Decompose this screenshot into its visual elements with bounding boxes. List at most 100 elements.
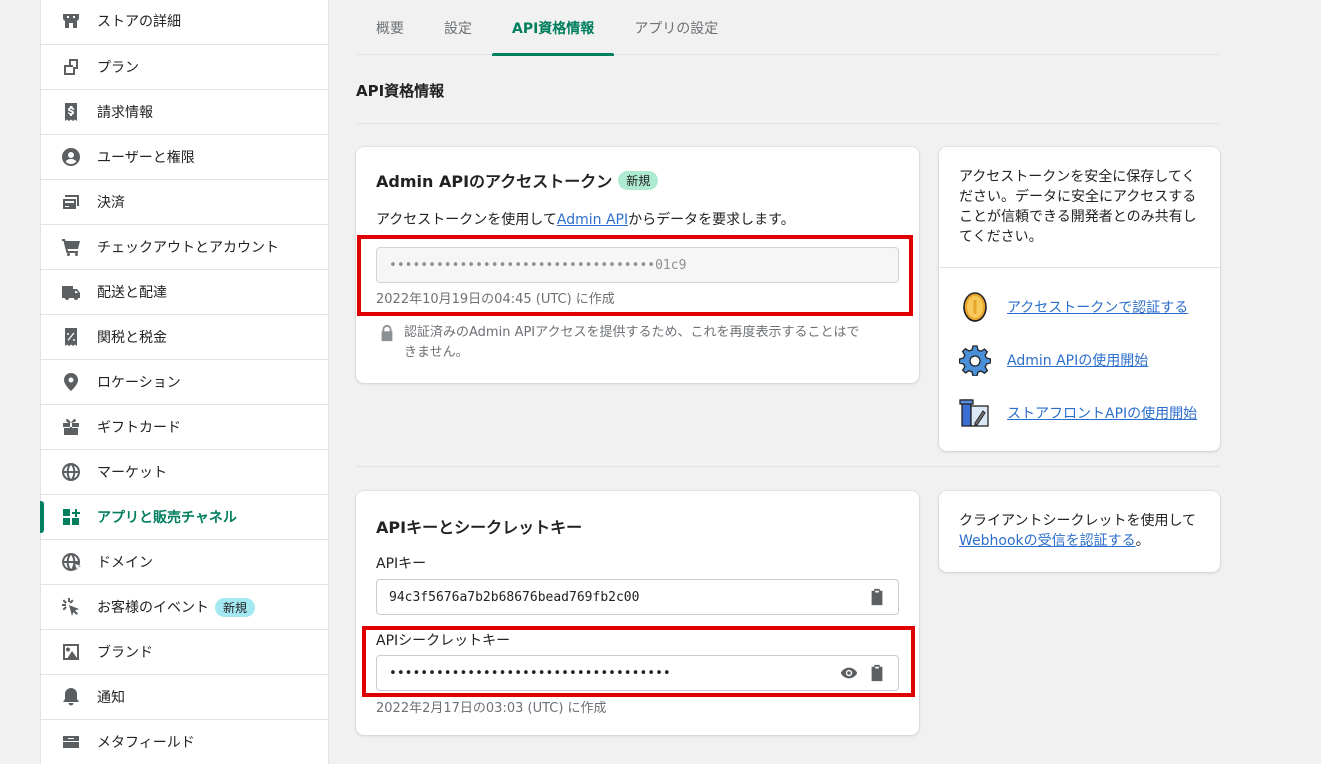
auth-token-link[interactable]: アクセストークンで認証する xyxy=(1007,297,1188,317)
notice-line-1: 認証済みのAdmin APIアクセスを提供するため、これを再度表示することはで xyxy=(404,325,860,340)
divider xyxy=(356,466,1220,467)
sidebar-item-apps[interactable]: アプリと販売チャネル xyxy=(40,495,328,540)
domain-icon xyxy=(61,552,81,572)
payment-icon xyxy=(61,192,81,212)
admin-token-description: アクセストークンを使用してAdmin APIからデータを要求します。 xyxy=(376,210,795,230)
desc-suffix: からデータを要求します。 xyxy=(628,212,795,228)
tab-overview[interactable]: 概要 xyxy=(356,0,424,55)
truck-icon xyxy=(61,282,81,302)
sidebar-item-label: アプリと販売チャネル xyxy=(97,510,237,526)
api-key-actions xyxy=(868,588,886,606)
sidebar-item-label: 請求情報 xyxy=(97,105,153,121)
clipboard-icon[interactable] xyxy=(868,588,886,606)
admin-api-start-link[interactable]: Admin APIの使用開始 xyxy=(1007,350,1148,370)
webhook-auth-link[interactable]: Webhookの受信を認証する xyxy=(959,533,1136,549)
desc-prefix: アクセストークンを使用して xyxy=(376,212,557,228)
blueprint-icon xyxy=(959,398,989,427)
sidebar-item-gift-cards[interactable]: ギフトカード xyxy=(41,405,328,450)
sidebar-item-label: ユーザーと権限 xyxy=(97,150,195,166)
sidebar-item-label: プラン xyxy=(97,60,139,76)
page-title: API資格情報 xyxy=(356,82,445,100)
resource-admin-api[interactable]: Admin APIの使用開始 xyxy=(959,333,1197,386)
sidebar-item-label: お客様のイベント xyxy=(97,600,209,616)
bell-icon xyxy=(61,687,81,707)
token-notice: 認証済みのAdmin APIアクセスを提供するため、これを再度表示することはで … xyxy=(404,323,859,363)
sidebar-item-label: ストアの詳細 xyxy=(97,14,181,30)
new-badge: 新規 xyxy=(618,170,659,190)
secret-created-date: 2022年2月17日の03:03 (UTC) に作成 xyxy=(376,701,607,716)
secret-help-card: クライアントシークレットを使用して Webhookの受信を認証する。 xyxy=(939,491,1220,572)
cursor-icon xyxy=(61,597,81,617)
lock-icon xyxy=(378,324,396,342)
sidebar-item-locations[interactable]: ロケーション xyxy=(41,360,328,405)
user-icon xyxy=(61,147,81,167)
token-help-text: アクセストークンを安全に保存してください。データに安全にアクセスすることが信頼で… xyxy=(959,169,1197,245)
tab-settings[interactable]: 設定 xyxy=(424,0,492,55)
api-keys-card: APIキーとシークレットキー APIキー 94c3f5676a7b2b68676… xyxy=(356,491,919,735)
brand-icon xyxy=(61,642,81,662)
sidebar-item-label: 通知 xyxy=(97,690,125,706)
location-icon xyxy=(61,372,81,392)
sidebar-item-label: ロケーション xyxy=(97,375,181,391)
card-title: Admin APIのアクセストークン 新規 xyxy=(376,168,659,192)
sidebar-item-users[interactable]: ユーザーと権限 xyxy=(41,135,328,180)
admin-api-link[interactable]: Admin API xyxy=(557,212,628,228)
sidebar-item-markets[interactable]: マーケット xyxy=(41,450,328,495)
sidebar-item-label: マーケット xyxy=(97,465,167,481)
divider xyxy=(939,267,1220,268)
sidebar-item-plan[interactable]: プラン xyxy=(41,45,328,90)
api-keys-title: APIキーとシークレットキー xyxy=(376,518,583,537)
cart-icon xyxy=(61,237,81,257)
resource-storefront-api[interactable]: ストアフロントAPIの使用開始 xyxy=(959,386,1197,439)
sidebar-item-taxes[interactable]: 関税と税金 xyxy=(41,315,328,360)
notice-line-2: きません。 xyxy=(404,345,469,360)
tab-api-credentials[interactable]: API資格情報 xyxy=(492,0,615,56)
divider xyxy=(356,123,1220,124)
gear-icon xyxy=(959,344,991,376)
sidebar-item-label: 決済 xyxy=(97,195,125,211)
sidebar-item-label: 配送と配達 xyxy=(97,285,167,301)
secret-help-suffix: 。 xyxy=(1135,533,1150,549)
tax-icon xyxy=(61,327,81,347)
coin-icon xyxy=(963,291,987,322)
settings-sidebar: ストアの詳細 プラン 請求情報 ユーザーと権限 決済 チェックアウトとアカウント… xyxy=(40,0,329,764)
sidebar-item-domains[interactable]: ドメイン xyxy=(41,540,328,585)
admin-token-title: Admin APIのアクセストークン xyxy=(376,172,613,191)
api-key-label: APIキー xyxy=(376,556,427,572)
storefront-api-start-link[interactable]: ストアフロントAPIの使用開始 xyxy=(1007,403,1197,423)
sidebar-item-brand[interactable]: ブランド xyxy=(41,630,328,675)
app-tabs: 概要 設定 API資格情報 アプリの設定 xyxy=(356,0,1220,56)
apps-icon xyxy=(61,507,81,527)
token-help-card: アクセストークンを安全に保存してください。データに安全にアクセスすることが信頼で… xyxy=(939,147,1220,451)
api-key-value: 94c3f5676a7b2b68676bead769fb2c00 xyxy=(389,589,640,605)
plan-icon xyxy=(61,57,81,77)
metafield-icon xyxy=(61,732,81,752)
sidebar-item-label: ブランド xyxy=(97,645,153,661)
new-badge: 新規 xyxy=(215,597,256,617)
sidebar-item-label: ギフトカード xyxy=(97,420,181,436)
sidebar-item-label: メタフィールド xyxy=(97,735,195,751)
billing-icon xyxy=(61,102,81,122)
secret-help-prefix: クライアントシークレットを使用して xyxy=(959,513,1197,529)
resource-links: アクセストークンで認証する Admin APIの使用開始 ストアフロントAPIの… xyxy=(959,280,1197,439)
sidebar-item-label: 関税と税金 xyxy=(97,330,167,346)
store-icon xyxy=(61,11,81,31)
sidebar-item-shipping[interactable]: 配送と配達 xyxy=(41,270,328,315)
highlight-box xyxy=(357,235,913,316)
sidebar-item-customer-events[interactable]: お客様のイベント 新規 xyxy=(41,585,328,630)
sidebar-item-notifications[interactable]: 通知 xyxy=(41,675,328,720)
sidebar-item-store-details[interactable]: ストアの詳細 xyxy=(41,0,328,45)
globe-icon xyxy=(61,462,81,482)
sidebar-item-label: ドメイン xyxy=(97,555,153,571)
tab-app-settings[interactable]: アプリの設定 xyxy=(614,0,738,55)
sidebar-item-payments[interactable]: 決済 xyxy=(41,180,328,225)
highlight-box xyxy=(362,626,915,697)
sidebar-item-label: チェックアウトとアカウント xyxy=(97,240,279,256)
gift-icon xyxy=(61,417,81,437)
sidebar-item-checkout[interactable]: チェックアウトとアカウント xyxy=(41,225,328,270)
sidebar-item-billing[interactable]: 請求情報 xyxy=(41,90,328,135)
resource-auth-token[interactable]: アクセストークンで認証する xyxy=(959,280,1197,333)
sidebar-item-metafields[interactable]: メタフィールド xyxy=(41,720,328,764)
secret-help-text: クライアントシークレットを使用して Webhookの受信を認証する。 xyxy=(959,511,1209,551)
api-key-field[interactable]: 94c3f5676a7b2b68676bead769fb2c00 xyxy=(376,579,899,615)
